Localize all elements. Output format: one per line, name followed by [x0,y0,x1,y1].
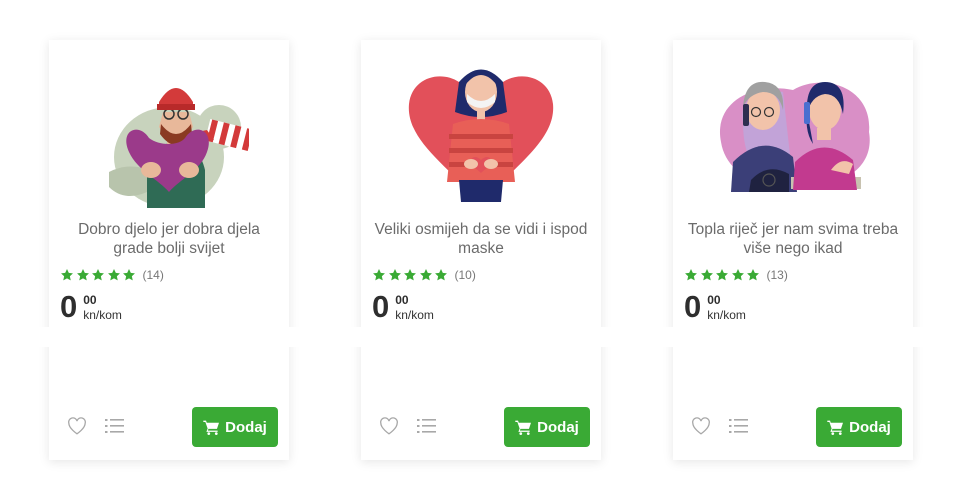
star-icon [403,268,417,282]
star-icon [700,268,714,282]
star-icon [388,268,402,282]
star-icon [746,268,760,282]
price-cents: 00 [395,293,409,307]
heart-icon[interactable] [67,417,87,435]
product-rating: (10) [372,268,476,282]
price-main: 0 [60,289,78,324]
add-button-label: Dodaj [537,418,579,436]
list-icon[interactable] [105,418,125,434]
star-icon [434,268,448,282]
add-button-label: Dodaj [225,418,267,436]
rating-count: (10) [454,268,476,282]
heart-icon[interactable] [379,417,399,435]
cart-icon [827,420,844,435]
price-unit: kn/kom [83,308,122,322]
price-unit: kn/kom [395,308,434,322]
heart-icon[interactable] [691,417,711,435]
star-icon [419,268,433,282]
product-rating: (13) [684,268,788,282]
product-rating: (14) [60,268,164,282]
product-title[interactable]: Topla riječ jer nam svima treba više neg… [683,220,903,258]
product-card[interactable]: Topla riječ jer nam svima treba više neg… [661,40,925,460]
list-icon[interactable] [729,418,749,434]
rating-count: (13) [766,268,788,282]
price-main: 0 [684,289,702,324]
cart-icon [203,420,220,435]
add-button-label: Dodaj [849,418,891,436]
product-price: 0 00 kn/kom [60,290,122,324]
product-illustration[interactable] [401,52,561,208]
rating-count: (14) [142,268,164,282]
star-icon [715,268,729,282]
star-icon [60,268,74,282]
product-price: 0 00 kn/kom [684,290,746,324]
product-illustration[interactable] [713,52,873,208]
add-to-cart-button[interactable]: Dodaj [816,407,902,447]
product-title[interactable]: Veliki osmijeh da se vidi i ispod maske [371,220,591,258]
star-icon [122,268,136,282]
card-actions: Dodaj [361,407,601,447]
star-icon [76,268,90,282]
list-icon[interactable] [417,418,437,434]
card-actions: Dodaj [673,407,913,447]
price-cents: 00 [83,293,97,307]
product-card[interactable]: Dobro djelo jer dobra djela grade bolji … [37,40,301,460]
add-to-cart-button[interactable]: Dodaj [192,407,278,447]
product-card[interactable]: Veliki osmijeh da se vidi i ispod maske … [349,40,613,460]
price-unit: kn/kom [707,308,746,322]
star-icon [107,268,121,282]
price-main: 0 [372,289,390,324]
star-icon [372,268,386,282]
star-icon [91,268,105,282]
star-icon [684,268,698,282]
price-cents: 00 [707,293,721,307]
card-actions: Dodaj [49,407,289,447]
star-icon [731,268,745,282]
product-price: 0 00 kn/kom [372,290,434,324]
cart-icon [515,420,532,435]
product-title[interactable]: Dobro djelo jer dobra djela grade bolji … [59,220,279,258]
product-illustration[interactable] [89,52,257,212]
add-to-cart-button[interactable]: Dodaj [504,407,590,447]
